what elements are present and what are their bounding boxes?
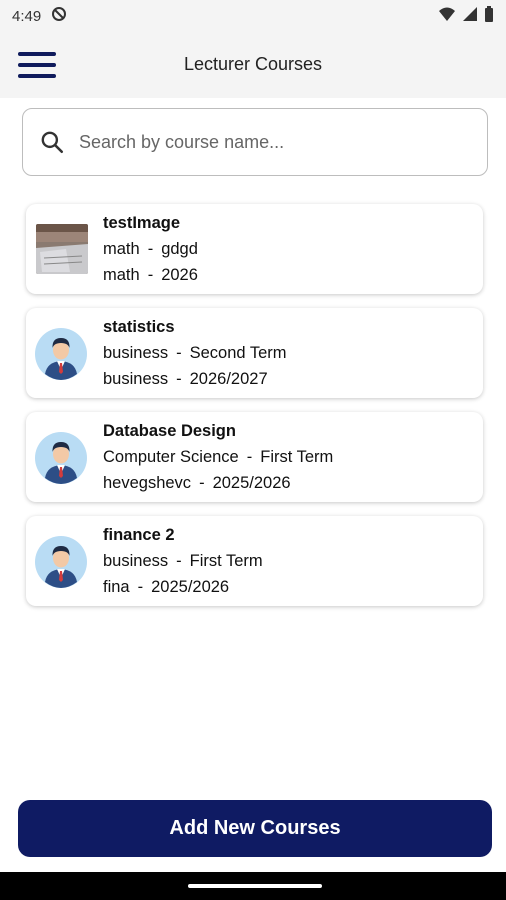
search-bar[interactable] [22, 108, 488, 176]
course-name: Database Design [103, 422, 236, 440]
person-avatar-icon [35, 328, 87, 380]
separator: - [137, 578, 144, 596]
status-time: 4:49 [12, 7, 42, 25]
status-bar: 4:49 [0, 0, 506, 32]
course-term: gdgd [161, 240, 198, 258]
course-image [36, 224, 88, 274]
course-name: testImage [103, 214, 181, 232]
separator: - [246, 448, 253, 466]
person-avatar-icon [35, 432, 87, 484]
course-term: First Term [260, 448, 334, 466]
course-department: math [103, 240, 140, 258]
person-avatar-icon [35, 536, 87, 588]
course-card[interactable]: testImage math - gdgd math -2026 [26, 204, 483, 294]
wifi-icon [438, 6, 456, 26]
separator: - [176, 344, 182, 362]
app-bar: Lecturer Courses [0, 32, 506, 98]
course-card[interactable]: statistics business - Second Term business… [26, 308, 483, 398]
page-title: Lecturer Courses [183, 54, 323, 74]
separator: - [199, 474, 205, 492]
home-gesture-handle[interactable] [188, 884, 322, 888]
search-icon [41, 131, 64, 154]
course-card[interactable]: finance 2 business - First Term fina -2025/… [26, 516, 483, 606]
course-name: finance 2 [103, 526, 175, 544]
course-term: First Term [189, 552, 263, 570]
separator: - [147, 266, 154, 284]
course-term: Second Term [189, 344, 287, 362]
do-not-disturb-icon [51, 6, 67, 26]
system-navigation-bar [0, 872, 506, 900]
separator: - [176, 552, 182, 570]
course-name: statistics [103, 318, 175, 336]
course-year: 2026 [161, 266, 198, 284]
course-year: 2026/2027 [189, 370, 268, 388]
course-department: business [103, 552, 169, 570]
separator: - [176, 370, 182, 388]
add-new-courses-button[interactable]: Add New Courses [18, 800, 492, 857]
course-department: business [103, 344, 169, 362]
course-program: business [103, 370, 169, 388]
course-program: math [103, 266, 140, 284]
battery-icon [484, 6, 494, 26]
course-program: hevegshevc [103, 474, 192, 492]
search-input[interactable] [79, 131, 459, 153]
course-year: 2025/2026 [151, 578, 230, 596]
course-year: 2025/2026 [212, 474, 291, 492]
course-program: fina [103, 578, 130, 596]
separator: - [147, 240, 154, 258]
course-department: Computer Science [103, 448, 239, 466]
course-card[interactable]: Database Design Computer Science - First T… [26, 412, 483, 502]
signal-icon [462, 6, 478, 26]
